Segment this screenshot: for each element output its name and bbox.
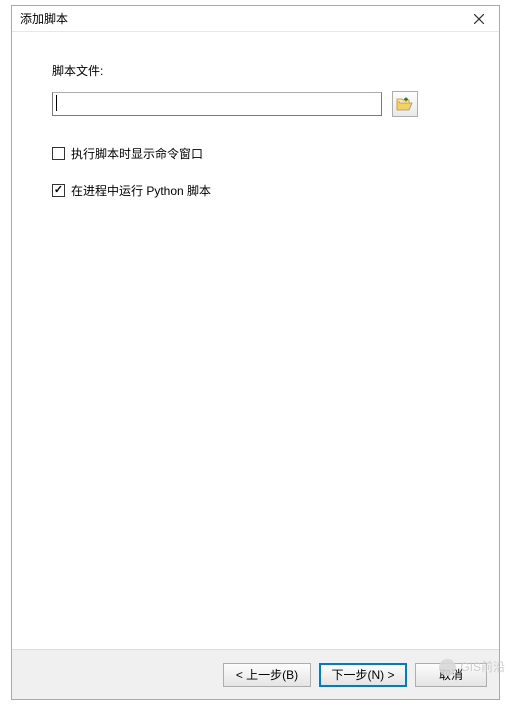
- text-cursor: [56, 95, 57, 111]
- show-cmd-checkbox[interactable]: [52, 147, 65, 160]
- dialog-title: 添加脚本: [20, 10, 68, 27]
- file-input-row: [52, 91, 469, 117]
- in-process-checkbox[interactable]: [52, 184, 65, 197]
- dialog-footer: < 上一步(B) 下一步(N) > 取消: [12, 649, 499, 699]
- next-button[interactable]: 下一步(N) >: [319, 663, 407, 687]
- titlebar: 添加脚本: [12, 6, 499, 32]
- close-button[interactable]: [459, 6, 499, 32]
- script-file-input[interactable]: [52, 92, 382, 116]
- add-script-dialog: 添加脚本 脚本文件:: [11, 5, 500, 700]
- close-icon: [474, 14, 484, 24]
- in-process-label[interactable]: 在进程中运行 Python 脚本: [71, 182, 211, 199]
- script-file-label: 脚本文件:: [52, 62, 469, 79]
- show-cmd-checkbox-row: 执行脚本时显示命令窗口: [52, 145, 469, 162]
- folder-open-icon: [396, 97, 414, 111]
- browse-button[interactable]: [392, 91, 418, 117]
- back-button[interactable]: < 上一步(B): [223, 663, 311, 687]
- in-process-checkbox-row: 在进程中运行 Python 脚本: [52, 182, 469, 199]
- file-input-wrapper: [52, 92, 382, 116]
- dialog-content: 脚本文件: 执行脚本时显示命令窗口 在进程: [12, 32, 499, 649]
- show-cmd-label[interactable]: 执行脚本时显示命令窗口: [71, 145, 203, 162]
- cancel-button[interactable]: 取消: [415, 663, 487, 687]
